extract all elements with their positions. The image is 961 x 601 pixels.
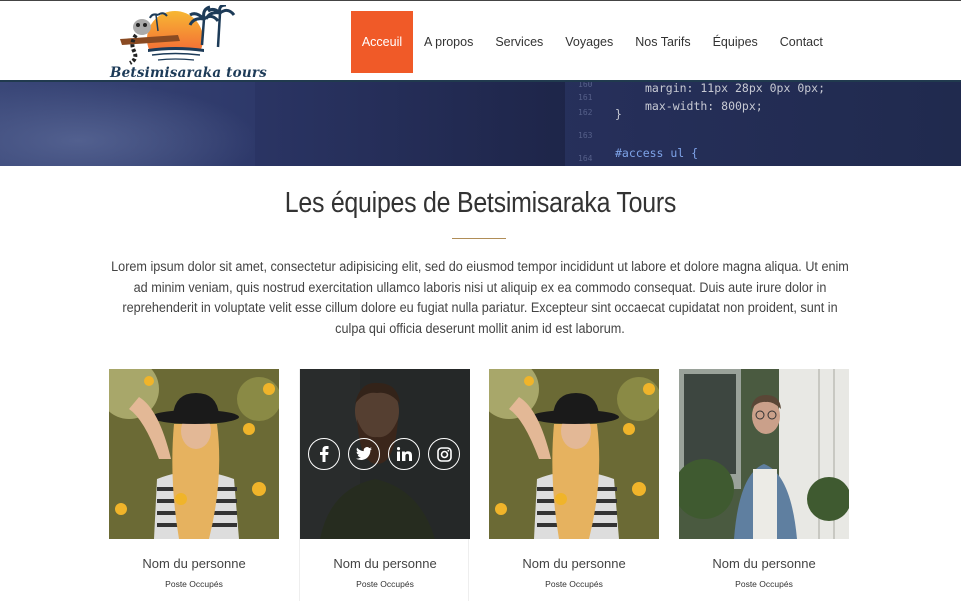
team-photo [679,369,849,539]
team-member-name: Nom du personne [333,556,437,571]
banner-blur [0,82,260,166]
nav-item-nos-tarifs[interactable]: Nos Tarifs [624,11,701,73]
team-photo [300,369,470,539]
title-divider [452,238,506,239]
team-member-role: Poste Occupés [735,579,793,589]
social-links [308,438,460,470]
code-line: } [615,107,622,121]
nav-item-a-propos[interactable]: A propos [413,11,484,73]
code-line-number: 160 [578,82,593,89]
team-member-name: Nom du personne [712,556,816,571]
team-member-name: Nom du personne [142,556,246,571]
code-line: margin: 11px 28px 0px 0px; [645,82,826,95]
team-card[interactable]: Nom du personne Poste Occupés [109,369,279,601]
instagram-icon[interactable] [428,438,460,470]
section-title: Les équipes de Betsimisaraka Tours [284,187,677,219]
team-card[interactable]: Nom du personne Poste Occupés [679,369,849,601]
team-card[interactable]: Nom du personne Poste Occupés [489,369,659,601]
main-nav: Acceuil A propos Services Voyages Nos Ta… [351,11,834,73]
team-photo [109,369,279,539]
team-member-role: Poste Occupés [545,579,603,589]
photo-overlay [300,369,470,539]
code-line-number: 164 [578,154,593,163]
code-line-number: 162 [578,108,593,117]
brand-name: Betsimisaraka tours [110,65,267,81]
code-line-number: 163 [578,131,593,140]
facebook-icon[interactable] [308,438,340,470]
nav-item-acceuil[interactable]: Acceuil [351,11,413,73]
nav-item-services[interactable]: Services [484,11,554,73]
code-line: max-width: 800px; [645,99,763,113]
nav-item-equipes[interactable]: Équipes [702,11,769,73]
intro-text-wrapper: Lorem ipsum dolor sit amet, consectetur … [111,257,849,339]
nav-item-voyages[interactable]: Voyages [554,11,624,73]
nav-item-contact[interactable]: Contact [769,11,834,73]
banner-blur [255,82,565,166]
team-card[interactable]: Nom du personne Poste Occupés [299,369,470,601]
twitter-icon[interactable] [348,438,380,470]
team-member-role: Poste Occupés [356,579,414,589]
team-member-role: Poste Occupés [165,579,223,589]
intro-text: Lorem ipsum dolor sit amet, consectetur … [111,259,849,337]
logo-emblem-icon [120,3,236,67]
team-member-name: Nom du personne [522,556,626,571]
code-line-number: 161 [578,93,593,102]
code-line: #access ul { [615,146,699,160]
hero-banner: 160 161 162 163 164 margin: 11px 28px 0p… [0,82,961,166]
site-header: Betsimisaraka tours Acceuil A propos Ser… [0,0,961,82]
team-photo [489,369,659,539]
brand-logo[interactable]: Betsimisaraka tours [108,3,267,81]
linkedin-icon[interactable] [388,438,420,470]
